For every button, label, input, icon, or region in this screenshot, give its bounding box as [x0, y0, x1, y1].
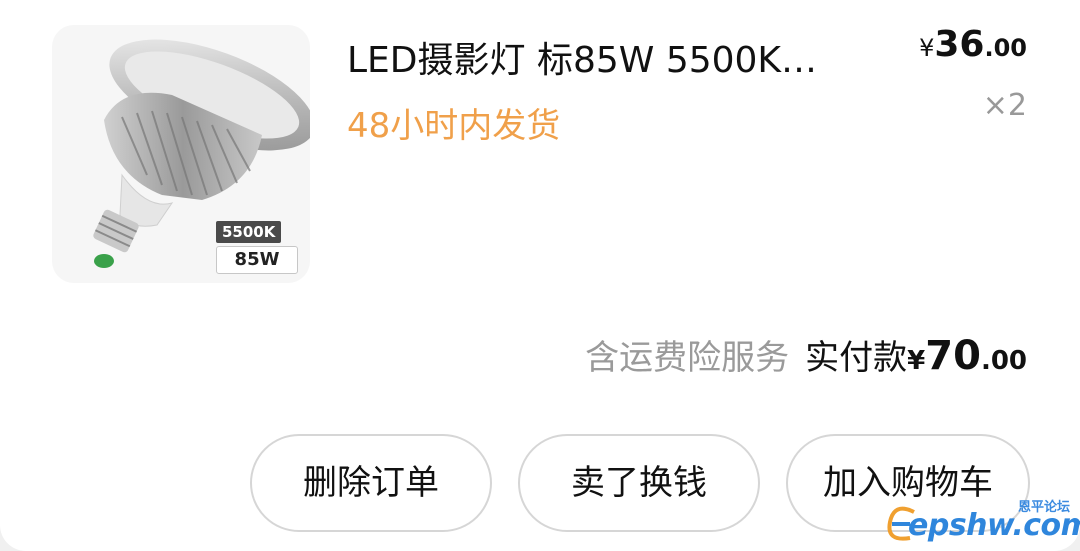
delete-order-button[interactable]: 删除订单: [250, 434, 492, 532]
quantity: ×2: [982, 88, 1027, 123]
color-temp-badge: 5500K: [216, 221, 282, 243]
order-card: 5500K 85W LED摄影灯 标85W 5500K… 48小时内发货 ¥36…: [0, 0, 1080, 551]
price-decimal: .00: [984, 34, 1027, 62]
product-title[interactable]: LED摄影灯 标85W 5500K…: [347, 38, 877, 84]
total-row: 含运费险服务 实付款¥70.00: [585, 330, 1027, 379]
total-currency: ¥: [907, 346, 926, 376]
price-currency: ¥: [919, 34, 935, 62]
sell-button[interactable]: 卖了换钱: [518, 434, 760, 532]
price-integer: 36: [934, 24, 985, 65]
power-badge: 85W: [216, 246, 298, 274]
watermark: 恩平论坛 epshw.com: [884, 496, 1080, 551]
total-decimal: .00: [980, 346, 1027, 376]
spec-badge: 5500K 85W: [216, 221, 308, 274]
product-image[interactable]: 5500K 85W: [52, 25, 310, 283]
insurance-note: 含运费险服务: [585, 338, 790, 378]
total-label: 实付款: [805, 338, 908, 378]
unit-price: ¥36.00: [919, 24, 1027, 65]
shipping-tag: 48小时内发货: [347, 106, 561, 146]
total-integer: 70: [925, 333, 981, 379]
watermark-main-text: epshw.com: [908, 508, 1080, 543]
